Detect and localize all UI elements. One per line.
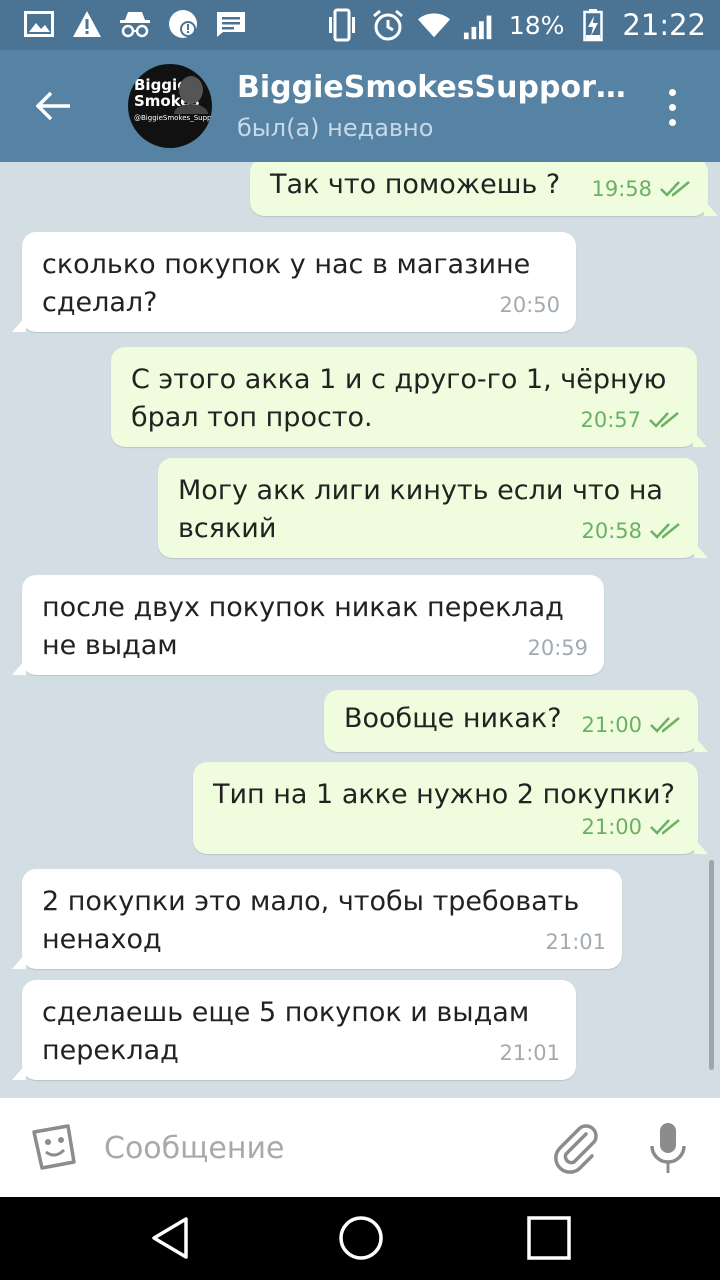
message-outgoing[interactable]: Так что поможешь ? 19:58 [250,162,718,216]
circle-home-icon [339,1216,383,1260]
message-text: сделаешь еще 5 покупок и выдам переклад [42,997,530,1066]
notification-icons [22,8,248,40]
bubble-tail [693,431,707,447]
double-check-icon [650,819,680,835]
message-time: 20:59 [527,636,588,660]
message-icon [214,8,248,40]
bubble-tail [694,736,708,752]
message-outgoing[interactable]: С этого акка 1 и с друго-го 1, чёрную бр… [111,347,707,447]
message-time: 21:00 [581,815,642,839]
bubble-tail [694,542,708,558]
image-icon [22,8,56,40]
message-time: 20:58 [581,519,642,543]
emoji-button[interactable] [28,1122,80,1174]
nav-back-button[interactable] [148,1213,198,1263]
message-time: 21:01 [499,1041,560,1065]
message-list[interactable]: Так что поможешь ? 19:58 сколько покупок… [0,162,720,1097]
message-input[interactable] [104,1120,524,1176]
warning-icon [70,8,104,40]
sticker-emoji-icon [32,1124,76,1170]
message-meta: 20:58 [581,512,682,550]
message-meta: 19:58 [591,170,692,208]
microphone-icon [650,1123,686,1173]
message-time: 21:01 [545,930,606,954]
bubble-tail [12,1064,26,1080]
back-button[interactable] [26,78,82,134]
bubble-tail [12,316,26,332]
scrollbar[interactable] [709,860,714,1070]
message-outgoing[interactable]: Могу акк лиги кинуть если что на всякий … [158,458,708,558]
wifi-icon [417,9,451,41]
message-meta: 21:01 [499,1034,560,1072]
message-meta: 21:00 [581,706,682,744]
message-outgoing[interactable]: Тип на 1 акке нужно 2 покупки? 21:00 [193,762,708,854]
chat-status: был(а) недавно [237,114,434,142]
bubble-tail [694,838,708,854]
message-meta: 20:57 [580,401,681,439]
triangle-back-icon [152,1217,188,1259]
message-incoming[interactable]: 2 покупки это мало, чтобы требовать нена… [12,869,622,969]
double-check-icon [650,717,680,733]
voice-record-button[interactable] [645,1120,691,1176]
incognito-icon [118,8,152,40]
message-meta: 20:59 [527,629,588,667]
arrow-left-icon [36,91,70,121]
avatar-portrait-image [174,76,208,114]
message-meta: 21:01 [545,923,606,961]
message-time: 19:58 [591,177,652,201]
message-outgoing[interactable]: Вообще никак? 21:00 [324,690,708,752]
square-recents-icon [527,1216,571,1260]
message-text: сколько покупок у нас в магазине сделал? [42,249,531,318]
vibrate-icon [325,8,359,42]
message-time: 20:50 [499,293,560,317]
avatar[interactable]: Biggie Smokes @BiggieSmokes_Support [128,64,212,148]
more-menu-button[interactable] [652,80,692,134]
battery-percent: 18% [508,10,565,40]
chat-title[interactable]: BiggieSmokesSupport… [237,70,637,105]
bubble-tail [704,200,718,216]
more-vertical-icon-dot [668,118,676,126]
bubble-tail [12,953,26,969]
double-check-icon [650,523,680,539]
message-meta: 21:00 [581,808,682,846]
message-text: 2 покупки это мало, чтобы требовать нена… [42,886,580,955]
double-check-icon [649,412,679,428]
sync-alert-icon [166,8,200,40]
battery-charging-icon [576,9,610,42]
nav-recents-button[interactable] [526,1215,572,1261]
nav-home-button[interactable] [336,1213,386,1263]
clock: 21:22 [622,8,706,42]
message-time: 20:57 [580,408,641,432]
message-meta: 20:50 [499,286,560,324]
message-composer [0,1097,720,1197]
alarm-icon [371,9,405,41]
bubble-tail [12,659,26,675]
system-indicators: 18% 21:22 [325,6,706,44]
paperclip-icon [554,1124,598,1174]
more-vertical-icon-dot [668,103,676,111]
double-check-icon [660,181,690,197]
message-text: после двух покупок никак переклад не выд… [42,592,564,661]
chat-header: Biggie Smokes @BiggieSmokes_Support Bigg… [0,50,720,162]
more-vertical-icon [668,88,676,96]
message-incoming[interactable]: сколько покупок у нас в магазине сделал?… [12,232,576,332]
attach-button[interactable] [548,1120,604,1176]
message-incoming[interactable]: сделаешь еще 5 покупок и выдам переклад … [12,980,576,1080]
avatar-text-line3: @BiggieSmokes_Support [134,114,212,122]
signal-icon [463,9,497,41]
status-bar: 18% 21:22 [0,0,720,50]
system-nav-bar [0,1197,720,1280]
message-time: 21:00 [581,713,642,737]
message-incoming[interactable]: после двух покупок никак переклад не выд… [12,575,604,675]
